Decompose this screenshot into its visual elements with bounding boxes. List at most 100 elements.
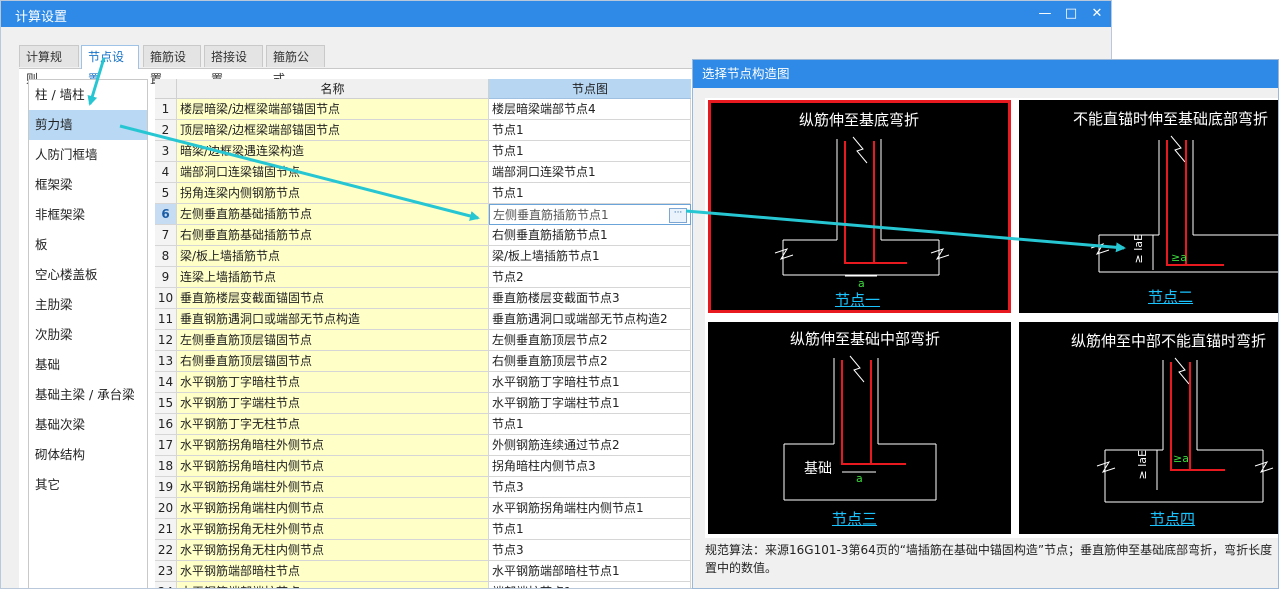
table-row[interactable]: 18 水平钢筋拐角暗柱内侧节点 拐角暗柱内侧节点3 [155,456,691,477]
category-item[interactable]: 空心楼盖板 [29,260,147,290]
diagram-1-label[interactable]: 节点一 [835,289,880,310]
category-item[interactable]: 框架梁 [29,170,147,200]
table-row[interactable]: 15 水平钢筋丁字端柱节点 水平钢筋丁字端柱节点1 [155,393,691,414]
table-row[interactable]: 5 拐角连梁内侧钢筋节点 节点1 [155,183,691,204]
table-row[interactable]: 9 连梁上墙插筋节点 节点2 [155,267,691,288]
table-row[interactable]: 21 水平钢筋拐角无柱外侧节点 节点1 [155,519,691,540]
category-item[interactable]: 基础次梁 [29,410,147,440]
diagram-node-2[interactable]: 不能直锚时伸至基础底部弯折 ≥ laE ≥a 节点二 [1019,100,1278,313]
diagram-4-label[interactable]: 节点四 [1150,508,1195,529]
row-name[interactable]: 水平钢筋拐角端柱外侧节点 [177,477,489,498]
table-row[interactable]: 13 右侧垂直筋顶层锚固节点 右侧垂直筋顶层节点2 [155,351,691,372]
row-name[interactable]: 水平钢筋端部暗柱节点 [177,561,489,582]
row-node[interactable]: 水平钢筋拐角端柱内侧节点1 [489,498,691,519]
diagram-2-label[interactable]: 节点二 [1148,286,1193,307]
row-name[interactable]: 楼层暗梁/边框梁端部锚固节点 [177,99,489,120]
row-name[interactable]: 左侧垂直筋顶层锚固节点 [177,330,489,351]
table-row[interactable]: 16 水平钢筋丁字无柱节点 节点1 [155,414,691,435]
category-item-selected[interactable]: 剪力墙 [29,110,147,140]
row-node[interactable]: 水平钢筋丁字端柱节点1 [489,393,691,414]
diagram-3-label[interactable]: 节点三 [832,508,877,529]
category-item[interactable]: 基础主梁 / 承台梁 [29,380,147,410]
row-node[interactable]: 外侧钢筋连续通过节点2 [489,435,691,456]
row-node[interactable]: 节点1 [489,120,691,141]
category-item[interactable]: 砌体结构 [29,440,147,470]
row-name[interactable]: 水平钢筋丁字端柱节点 [177,393,489,414]
row-node[interactable]: 节点1 [489,519,691,540]
table-row[interactable]: 8 梁/板上墙插筋节点 梁/板上墙插筋节点1 [155,246,691,267]
row-name[interactable]: 水平钢筋端部端柱节点 [177,582,489,588]
diagram-node-1[interactable]: 纵筋伸至基底弯折 a 节点一 [708,100,1011,313]
row-node[interactable]: 节点2 [489,267,691,288]
row-name[interactable]: 端部洞口连梁锚固节点 [177,162,489,183]
row-name[interactable]: 水平钢筋拐角暗柱外侧节点 [177,435,489,456]
maximize-button[interactable]: □ [1061,4,1081,24]
row-node[interactable]: 梁/板上墙插筋节点1 [489,246,691,267]
table-row[interactable]: 3 暗梁/边框梁遇连梁构造 节点1 [155,141,691,162]
close-button[interactable]: ✕ [1087,4,1107,24]
category-item[interactable]: 其它 [29,470,147,500]
tab-stirrup-settings[interactable]: 箍筋设置 [143,45,201,86]
row-name[interactable]: 左侧垂直筋基础插筋节点 [177,204,489,225]
table-row[interactable]: 4 端部洞口连梁锚固节点 端部洞口连梁节点1 [155,162,691,183]
table-row[interactable]: 7 右侧垂直筋基础插筋节点 右侧垂直筋插筋节点1 [155,225,691,246]
row-name[interactable]: 右侧垂直筋基础插筋节点 [177,225,489,246]
tab-stirrup-formula[interactable]: 箍筋公式 [266,45,325,86]
row-node[interactable]: 楼层暗梁端部节点4 [489,99,691,120]
row-node[interactable]: 拐角暗柱内侧节点3 [489,456,691,477]
table-row[interactable]: 20 水平钢筋拐角端柱内侧节点 水平钢筋拐角端柱内侧节点1 [155,498,691,519]
table-row[interactable]: 1 楼层暗梁/边框梁端部锚固节点 楼层暗梁端部节点4 [155,99,691,120]
row-name[interactable]: 右侧垂直筋顶层锚固节点 [177,351,489,372]
row-name[interactable]: 垂直钢筋遇洞口或端部无节点构造 [177,309,489,330]
category-item[interactable]: 主肋梁 [29,290,147,320]
row-node[interactable]: 右侧垂直筋插筋节点1 [489,225,691,246]
row-node[interactable]: 水平钢筋丁字暗柱节点1 [489,372,691,393]
row-name[interactable]: 水平钢筋拐角端柱内侧节点 [177,498,489,519]
row-node[interactable]: 端部洞口连梁节点1 [489,162,691,183]
category-item[interactable]: 基础 [29,350,147,380]
table-row[interactable]: 24水平钢筋端部端柱节点端部端柱节点1 [155,582,691,588]
ellipsis-button[interactable]: ··· [669,208,687,223]
row-name[interactable]: 垂直筋楼层变截面锚固节点 [177,288,489,309]
row-name[interactable]: 连梁上墙插筋节点 [177,267,489,288]
table-row[interactable]: 22 水平钢筋拐角无柱内侧节点 节点3 [155,540,691,561]
table-row[interactable]: 19 水平钢筋拐角端柱外侧节点 节点3 [155,477,691,498]
category-item[interactable]: 柱 / 墙柱 [29,80,147,110]
row-node[interactable]: 左侧垂直筋顶层节点2 [489,330,691,351]
category-item[interactable]: 人防门框墙 [29,140,147,170]
table-row[interactable]: 17 水平钢筋拐角暗柱外侧节点 外侧钢筋连续通过节点2 [155,435,691,456]
category-item[interactable]: 板 [29,230,147,260]
tab-calc-rules[interactable]: 计算规则 [19,45,79,86]
row-node[interactable]: 节点1 [489,414,691,435]
table-row[interactable]: 14 水平钢筋丁字暗柱节点 水平钢筋丁字暗柱节点1 [155,372,691,393]
row-node[interactable]: 节点1 [489,141,691,162]
table-row[interactable]: 11 垂直钢筋遇洞口或端部无节点构造 垂直筋遇洞口或端部无节点构造2 [155,309,691,330]
row-node[interactable]: 右侧垂直筋顶层节点2 [489,351,691,372]
row-name[interactable]: 水平钢筋丁字无柱节点 [177,414,489,435]
row-name[interactable]: 水平钢筋拐角暗柱内侧节点 [177,456,489,477]
row-name[interactable]: 拐角连梁内侧钢筋节点 [177,183,489,204]
table-row[interactable]: 2 顶层暗梁/边框梁端部锚固节点 节点1 [155,120,691,141]
minimize-button[interactable]: — [1035,4,1055,24]
row-name[interactable]: 顶层暗梁/边框梁端部锚固节点 [177,120,489,141]
category-item[interactable]: 非框架梁 [29,200,147,230]
row-name[interactable]: 暗梁/边框梁遇连梁构造 [177,141,489,162]
row-name[interactable]: 水平钢筋丁字暗柱节点 [177,372,489,393]
row-name[interactable]: 水平钢筋拐角无柱外侧节点 [177,519,489,540]
row-node[interactable]: 左侧垂直筋插筋节点1 ··· [489,204,691,225]
tab-node-settings[interactable]: 节点设置 [81,45,139,86]
tab-lap-settings[interactable]: 搭接设置 [204,45,263,86]
row-name[interactable]: 梁/板上墙插筋节点 [177,246,489,267]
row-node[interactable]: 垂直筋楼层变截面节点3 [489,288,691,309]
diagram-node-3[interactable]: 纵筋伸至基础中部弯折 基础 a 节点三 [708,322,1011,534]
row-node[interactable]: 节点1 [489,183,691,204]
row-node[interactable]: 节点3 [489,540,691,561]
table-row[interactable]: 12 左侧垂直筋顶层锚固节点 左侧垂直筋顶层节点2 [155,330,691,351]
category-item[interactable]: 次肋梁 [29,320,147,350]
table-row[interactable]: 6 左侧垂直筋基础插筋节点 左侧垂直筋插筋节点1 ··· [155,204,691,225]
row-node[interactable]: 节点3 [489,477,691,498]
table-row[interactable]: 23 水平钢筋端部暗柱节点 水平钢筋端部暗柱节点1 [155,561,691,582]
row-node[interactable]: 水平钢筋端部暗柱节点1 [489,561,691,582]
row-name[interactable]: 水平钢筋拐角无柱内侧节点 [177,540,489,561]
diagram-node-4[interactable]: 纵筋伸至中部不能直锚时弯折 ≥ laE ≥a 节点四 [1019,322,1278,534]
